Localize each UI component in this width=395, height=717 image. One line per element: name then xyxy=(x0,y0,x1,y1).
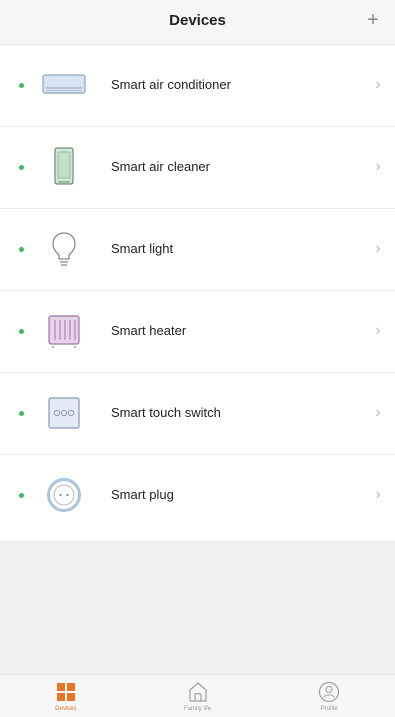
heater-icon xyxy=(40,311,88,351)
grid-icon xyxy=(54,680,78,704)
device-label: Smart touch switch xyxy=(111,405,221,420)
tab-label: Profile xyxy=(320,706,338,712)
chevron-right-icon: › xyxy=(375,240,381,257)
device-row-light[interactable]: Smart light › xyxy=(0,209,395,291)
plug-icon xyxy=(40,475,88,515)
online-status-dot xyxy=(19,83,24,88)
air-cleaner-icon xyxy=(40,147,88,187)
touch-switch-icon xyxy=(40,393,88,433)
device-row-air-cleaner[interactable]: Smart air cleaner › xyxy=(0,127,395,209)
chevron-right-icon: › xyxy=(375,158,381,175)
device-row-touch-switch[interactable]: Smart touch switch › xyxy=(0,373,395,455)
profile-icon xyxy=(317,680,341,704)
device-label: Smart plug xyxy=(111,487,174,502)
chevron-right-icon: › xyxy=(375,404,381,421)
online-status-dot xyxy=(19,329,24,334)
device-label: Smart light xyxy=(111,241,174,256)
online-status-dot xyxy=(19,411,24,416)
device-label: Smart air conditioner xyxy=(111,77,231,92)
device-label: Smart heater xyxy=(111,323,187,338)
online-status-dot xyxy=(19,165,24,170)
device-row-air-conditioner[interactable]: Smart air conditioner › xyxy=(0,45,395,127)
device-row-plug[interactable]: Smart plug › xyxy=(0,455,395,542)
device-list: Smart air conditioner › Smart air cleane… xyxy=(0,45,395,542)
chevron-right-icon: › xyxy=(375,76,381,93)
online-status-dot xyxy=(19,493,24,498)
device-row-heater[interactable]: Smart heater › xyxy=(0,291,395,373)
device-label: Smart air cleaner xyxy=(111,159,210,174)
add-device-button[interactable]: + xyxy=(361,6,385,34)
chevron-right-icon: › xyxy=(375,322,381,339)
tab-label: Family life xyxy=(184,706,212,712)
tab-label: Devices xyxy=(55,706,77,712)
home-icon xyxy=(186,680,210,704)
chevron-right-icon: › xyxy=(375,486,381,503)
light-bulb-icon xyxy=(40,229,88,269)
tab-devices[interactable]: Devices xyxy=(0,675,132,717)
tab-family-life[interactable]: Family life xyxy=(132,675,264,717)
tab-profile[interactable]: Profile xyxy=(263,675,395,717)
top-bar: Devices + xyxy=(0,0,395,45)
bottom-tab-bar: Devices Family life Profile xyxy=(0,674,395,717)
page-title: Devices xyxy=(169,12,226,29)
air-conditioner-icon xyxy=(40,65,88,105)
online-status-dot xyxy=(19,247,24,252)
